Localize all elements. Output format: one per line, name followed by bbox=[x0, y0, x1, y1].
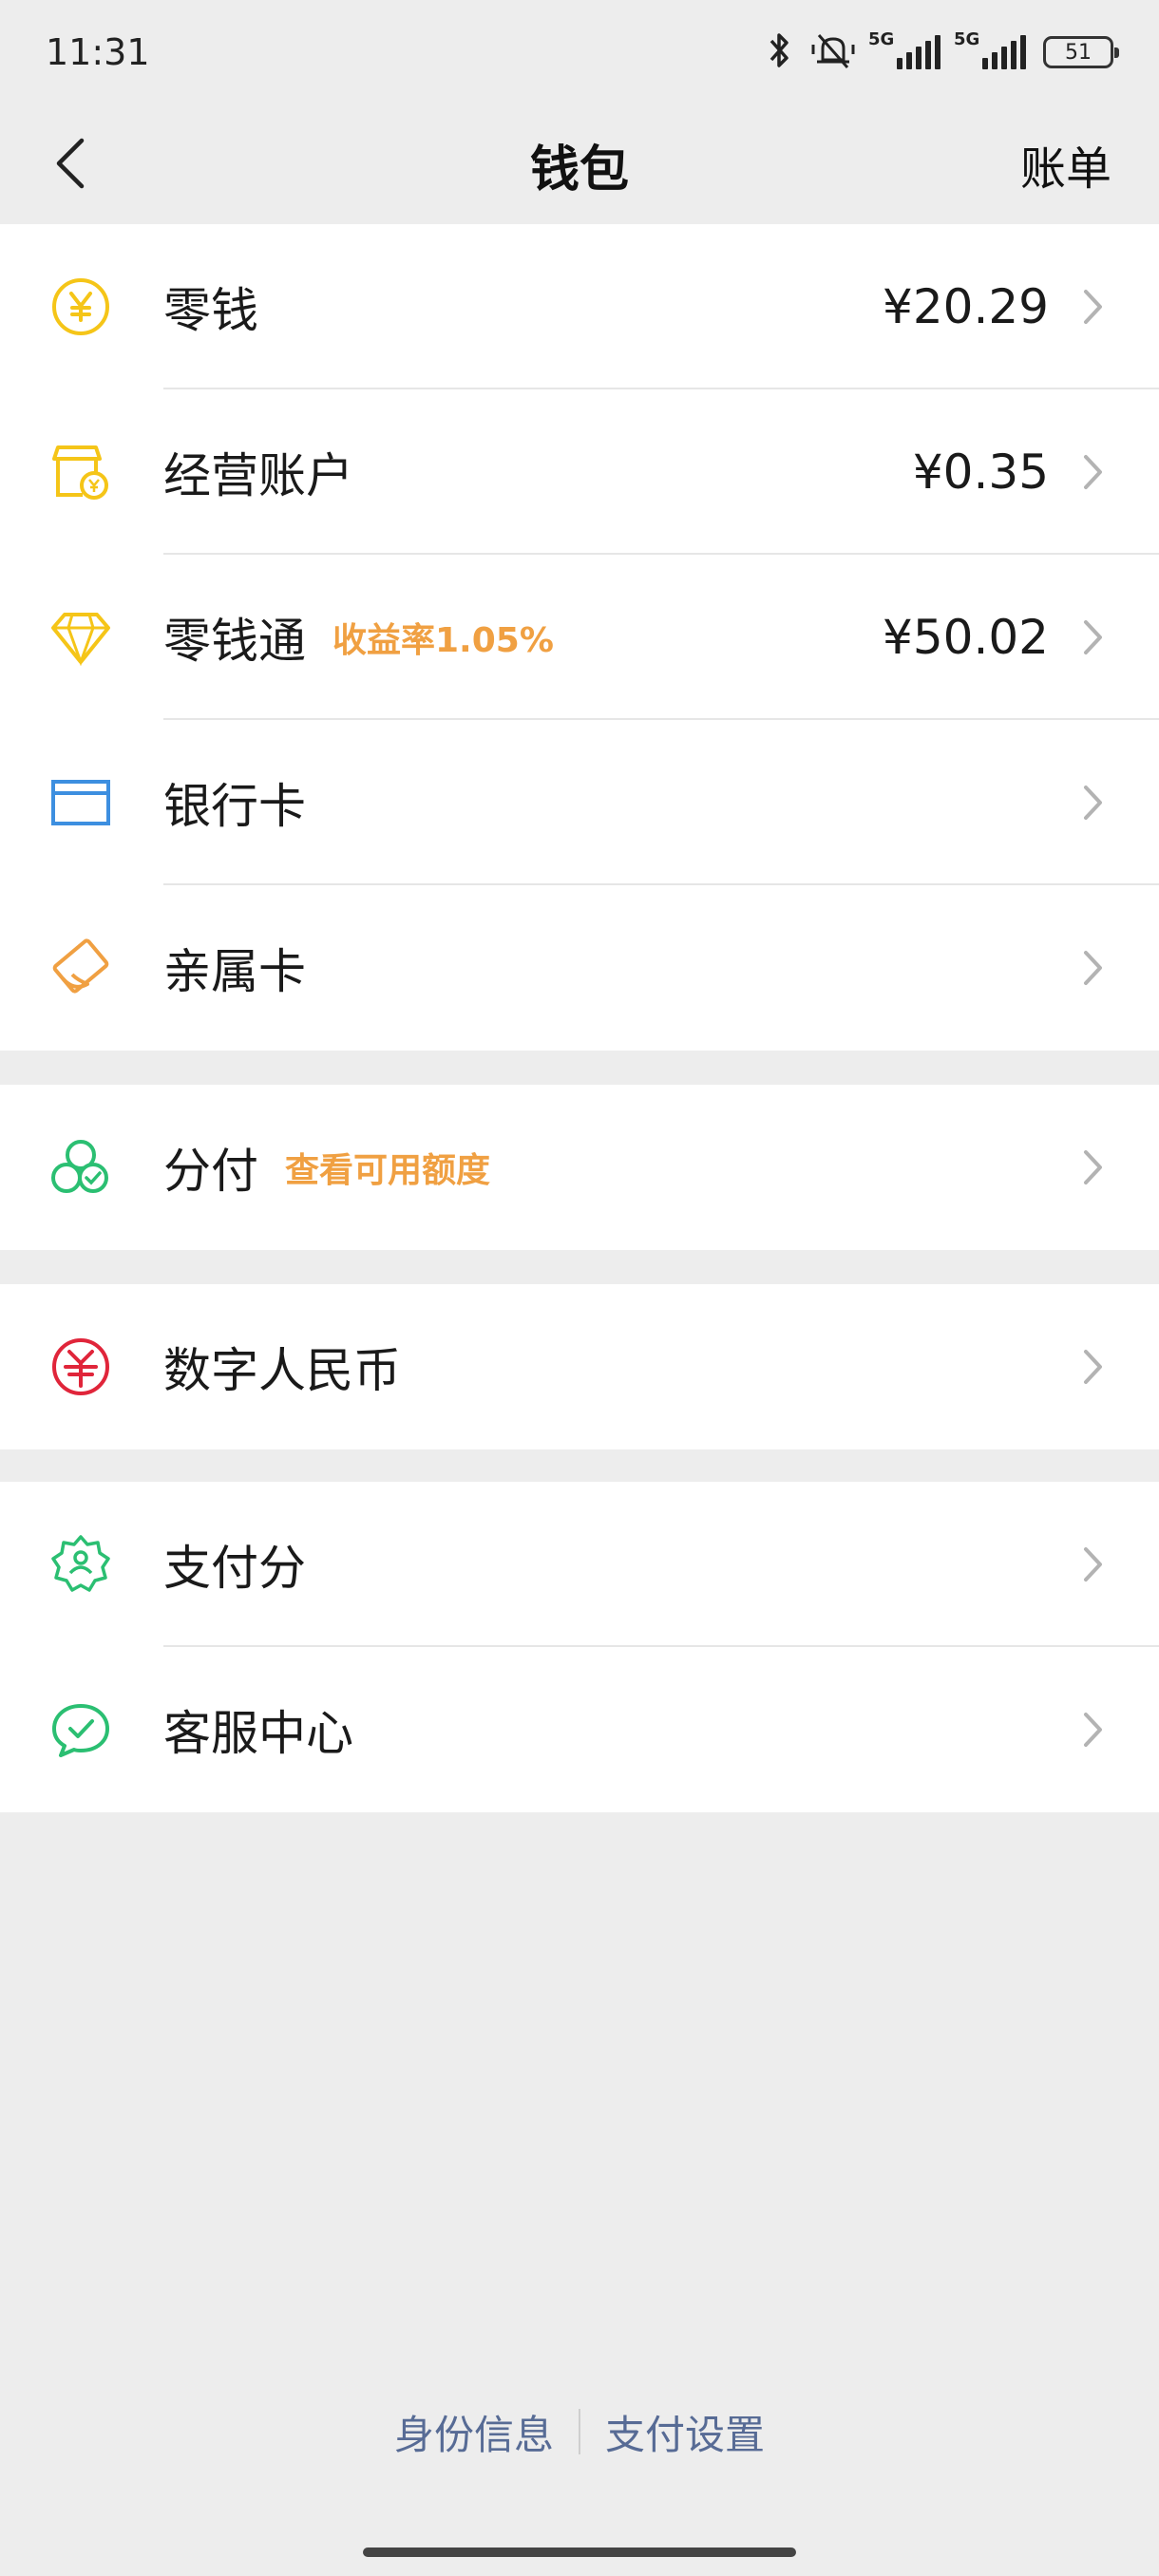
shop-account-icon bbox=[48, 439, 114, 505]
nav-bar: 钱包 账单 bbox=[0, 104, 1159, 224]
chevron-right-icon bbox=[1077, 1146, 1110, 1188]
chevron-right-icon bbox=[1077, 1544, 1110, 1585]
row-business-account[interactable]: 经营账户 ¥0.35 bbox=[0, 389, 1159, 555]
wallet-group-balances: 零钱 ¥20.29 经营账户 ¥0.35 零钱通 收益率1.05% ¥50.02… bbox=[0, 224, 1159, 1051]
signal-strength-icon-1: 5G bbox=[868, 29, 940, 69]
chevron-right-icon bbox=[1077, 947, 1110, 989]
customer-service-icon bbox=[48, 1696, 114, 1763]
row-lingqiantong[interactable]: 零钱通 收益率1.05% ¥50.02 bbox=[0, 555, 1159, 720]
diamond-icon bbox=[48, 604, 114, 671]
chevron-right-icon bbox=[1077, 286, 1110, 328]
row-label: 客服中心 bbox=[163, 1706, 353, 1761]
row-pay-score[interactable]: 支付分 bbox=[0, 1482, 1159, 1647]
identity-info-link[interactable]: 身份信息 bbox=[370, 2403, 579, 2461]
row-change[interactable]: 零钱 ¥20.29 bbox=[0, 224, 1159, 389]
row-label: 零钱 bbox=[163, 283, 258, 338]
chevron-right-icon bbox=[1077, 1346, 1110, 1388]
row-digital-rmb[interactable]: 数字人民币 bbox=[0, 1284, 1159, 1449]
back-arrow-icon bbox=[56, 138, 85, 189]
fenfu-icon bbox=[48, 1134, 114, 1201]
row-fenfu[interactable]: 分付 查看可用额度 bbox=[0, 1085, 1159, 1250]
row-label: 支付分 bbox=[163, 1541, 306, 1596]
payment-settings-link[interactable]: 支付设置 bbox=[580, 2403, 789, 2461]
row-bank-card[interactable]: 银行卡 bbox=[0, 720, 1159, 885]
row-label: 银行卡 bbox=[163, 779, 306, 834]
bluetooth-icon bbox=[766, 31, 794, 73]
row-label-text: 分付 bbox=[163, 1144, 258, 1199]
row-label: 亲属卡 bbox=[163, 944, 306, 999]
chevron-right-icon bbox=[1077, 782, 1110, 824]
row-value: ¥50.02 bbox=[883, 610, 1049, 665]
row-label: 零钱通 收益率1.05% bbox=[163, 603, 554, 672]
mute-bell-icon bbox=[811, 31, 855, 73]
wallet-group-services: 支付分 客服中心 bbox=[0, 1482, 1159, 1812]
yield-rate-badge: 收益率1.05% bbox=[332, 621, 554, 660]
coin-icon bbox=[48, 274, 114, 340]
back-button[interactable] bbox=[32, 125, 108, 201]
row-label: 经营账户 bbox=[163, 448, 353, 503]
home-indicator[interactable] bbox=[363, 2548, 796, 2557]
status-icons: 5G 5G 51 bbox=[766, 29, 1119, 73]
wallet-group-digital-rmb: 数字人民币 bbox=[0, 1284, 1159, 1449]
row-value: ¥20.29 bbox=[883, 279, 1049, 334]
pay-score-icon bbox=[48, 1531, 114, 1598]
footer-links: 身份信息 支付设置 bbox=[0, 2394, 1159, 2470]
view-credit-link: 查看可用额度 bbox=[285, 1151, 491, 1190]
page-title: 钱包 bbox=[529, 141, 629, 199]
row-label-text: 零钱通 bbox=[163, 614, 306, 669]
bank-card-icon bbox=[48, 769, 114, 836]
row-value: ¥0.35 bbox=[912, 445, 1049, 500]
row-label: 数字人民币 bbox=[163, 1343, 401, 1398]
row-label: 分付 查看可用额度 bbox=[163, 1133, 490, 1202]
chevron-right-icon bbox=[1077, 451, 1110, 493]
row-customer-service[interactable]: 客服中心 bbox=[0, 1647, 1159, 1812]
family-card-icon bbox=[48, 935, 114, 1001]
chevron-right-icon bbox=[1077, 616, 1110, 658]
status-time: 11:31 bbox=[46, 31, 150, 73]
signal-strength-icon-2: 5G bbox=[954, 29, 1026, 69]
wallet-group-credit: 分付 查看可用额度 bbox=[0, 1085, 1159, 1250]
digital-rmb-icon bbox=[48, 1334, 114, 1400]
status-bar: 11:31 5G 5G 51 bbox=[0, 0, 1159, 104]
row-family-card[interactable]: 亲属卡 bbox=[0, 885, 1159, 1051]
chevron-right-icon bbox=[1077, 1709, 1110, 1751]
battery-icon: 51 bbox=[1043, 36, 1119, 68]
bill-button[interactable]: 账单 bbox=[1020, 131, 1112, 198]
